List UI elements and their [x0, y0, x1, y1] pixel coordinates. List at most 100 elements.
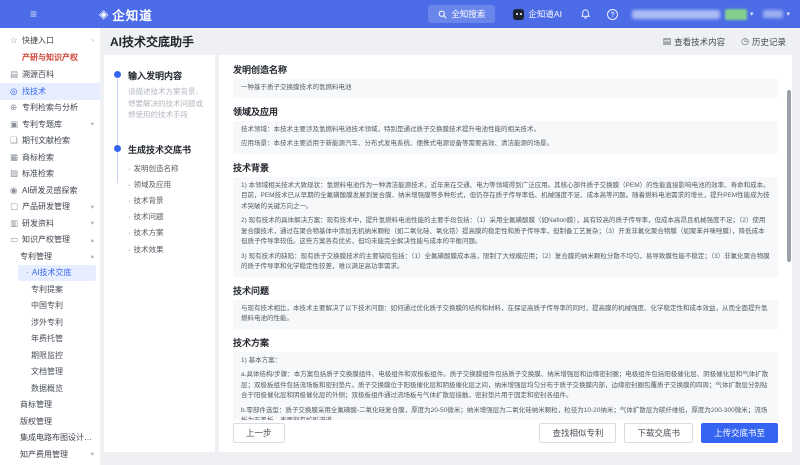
- section-title: 领域及应用: [233, 105, 778, 118]
- global-search[interactable]: 全知搜索: [428, 5, 495, 23]
- section-field-application: 领域及应用 技术领域：本技术主要涉及氢燃料电池技术领域，特别是通过质子交换膜技术…: [233, 105, 778, 154]
- upload-disclosure-button[interactable]: 上传交底书至: [701, 423, 778, 443]
- background-p2: 2) 现有技术的具体解决方案：现有技术中，提升氢燃料电池性能的主要手段包括：（1…: [241, 216, 770, 248]
- sidebar-item[interactable]: ▨ 标准检索: [0, 166, 100, 183]
- star-icon: ☆: [10, 35, 22, 46]
- sidebar-item[interactable]: ▣ 专利专题库 ▾: [0, 116, 100, 133]
- outline-item[interactable]: · 技术效果: [128, 242, 207, 258]
- bullet-icon: ·: [128, 177, 131, 193]
- sidebar-item-quick-entry[interactable]: ☆ 快捷入口 ›: [0, 32, 100, 49]
- chevron-down-icon[interactable]: ▾: [786, 10, 790, 18]
- menu-item-label: 版权管理: [20, 416, 92, 427]
- sidebar-subitem[interactable]: 期限监控: [0, 347, 100, 364]
- user-menu-redacted[interactable]: [763, 10, 783, 18]
- section-body: 1) 基本方案： a.具体结构/步骤：本方案包括质子交换膜组件、电极组件和双极板…: [233, 352, 778, 420]
- sidebar-item[interactable]: 集成电路布图设计管理: [0, 430, 100, 447]
- sidebar-item[interactable]: 知产费用管理 ▾: [0, 446, 100, 463]
- section-body: 技术领域：本技术主要涉及氢燃料电池技术领域，特别是通过质子交换膜技术提升电池性能…: [233, 121, 778, 154]
- sidebar-item[interactable]: ❏ 期刊文献检索: [0, 133, 100, 150]
- step-input-invention[interactable]: 输入发明内容 请描述技术方案背景、想要解决的技术问题或想使用的技术手段: [114, 69, 207, 121]
- sidebar-item[interactable]: 商标管理: [0, 397, 100, 414]
- sidebar-subitem[interactable]: · AI技术交底: [18, 265, 96, 282]
- sidebar-item[interactable]: ▦ 商标检索: [0, 149, 100, 166]
- history-link[interactable]: ◷ 历史记录: [741, 36, 786, 48]
- chevron-icon: ▾: [91, 120, 94, 128]
- section-problem: 技术问题 与现有技术相比，本技术主要解决了以下技术问题：如何通过优化质子交换膜的…: [233, 284, 778, 329]
- section-title: 技术背景: [233, 161, 778, 174]
- outline-item[interactable]: · 发明创造名称: [128, 161, 207, 177]
- document-icon: ▤: [663, 36, 672, 47]
- sidebar-item[interactable]: ▤ 溯源百科: [0, 67, 100, 84]
- logo[interactable]: ◈ 企知道: [99, 5, 153, 24]
- bullet-icon: ·: [128, 161, 131, 177]
- outline-item-label: 技术方案: [134, 225, 164, 241]
- ai-assistant-label: 企知道AI: [528, 8, 562, 20]
- sidebar-subitem[interactable]: 专利提案: [0, 281, 100, 298]
- bullet-icon: ·: [128, 193, 131, 209]
- application-scene-text: 应用场景：本技术主要适用于新能源汽车、分布式发电系统、便携式电源设备等需要高效、…: [241, 139, 770, 150]
- help-icon[interactable]: ?: [607, 9, 618, 20]
- membership-badge-redacted: [725, 9, 747, 20]
- sidebar-subitem[interactable]: 文档管理: [0, 364, 100, 381]
- scrollbar[interactable]: [787, 90, 791, 262]
- section-background: 技术背景 1) 本领域相关技术大致现状：氢燃料电池作为一种清洁能源技术，近年来在…: [233, 161, 778, 277]
- subitem-label: 文档管理: [31, 366, 94, 377]
- sidebar-subitem[interactable]: 涉外专利: [0, 314, 100, 331]
- sidebar-subitem[interactable]: 年费托管: [0, 331, 100, 348]
- section-body: 与现有技术相比，本技术主要解决了以下技术问题：如何通过优化质子交换膜的结构和材料…: [233, 300, 778, 329]
- sidebar-item[interactable]: ▢ 产品研发管理 ▾: [0, 199, 100, 216]
- outline-item-label: 发明创造名称: [134, 161, 179, 177]
- menu-item-icon: ❏: [10, 135, 22, 146]
- outline-item[interactable]: · 技术方案: [128, 225, 207, 241]
- outline-item-label: 技术效果: [134, 242, 164, 258]
- sidebar-subitem[interactable]: 中国专利: [0, 298, 100, 315]
- sidebar-subitem[interactable]: 数据概览: [0, 380, 100, 397]
- document-scroll-area[interactable]: 发明创造名称 一种基于质子交换膜技术的氢燃料电池 领域及应用 技术领域：本技术主…: [219, 55, 792, 420]
- outline-item-label: 技术背景: [134, 193, 164, 209]
- patent-mgmt-label: 专利管理: [20, 251, 89, 262]
- section-body: 一种基于质子交换膜技术的氢燃料电池: [233, 79, 778, 98]
- notification-bell-icon[interactable]: [580, 8, 591, 20]
- menu-item-label: 溯源百科: [22, 69, 92, 80]
- solution-parts: b.零部件选型：质子交换膜采用全氟磺酸-二氧化硅复合膜，厚度为20-50微米；纳…: [241, 406, 770, 420]
- search-label: 全知搜索: [451, 8, 485, 20]
- sidebar-item[interactable]: ◎ 找技术: [0, 83, 100, 100]
- page-header-actions: ▤ 查看技术内容 ◷ 历史记录: [663, 36, 786, 48]
- chevron-icon: ▴: [91, 236, 94, 244]
- sidebar-item[interactable]: ⊕ 专利检索与分析: [0, 100, 100, 117]
- menu-item-icon: ▢: [10, 201, 22, 212]
- sidebar-item[interactable]: ▭ 知识产权管理 ▴: [0, 232, 100, 249]
- subitem-label: 期限监控: [31, 350, 94, 361]
- subitem-label: 中国专利: [31, 300, 94, 311]
- find-similar-patents-button[interactable]: 查找相似专利: [539, 423, 616, 443]
- subitem-label: 年费托管: [31, 333, 94, 344]
- outline-item[interactable]: · 技术背景: [128, 193, 207, 209]
- problem-text: 与现有技术相比，本技术主要解决了以下技术问题：如何通过优化质子交换膜的结构和材料…: [241, 304, 770, 325]
- clock-icon: ◷: [741, 36, 749, 47]
- sidebar-item-patent-management[interactable]: 专利管理 ▴: [0, 248, 100, 265]
- menu-item-icon: ▦: [10, 152, 22, 163]
- ai-assistant-entry[interactable]: 企知道AI: [513, 8, 562, 20]
- previous-step-button[interactable]: 上一步: [233, 423, 285, 443]
- view-tech-content-link[interactable]: ▤ 查看技术内容: [663, 36, 726, 48]
- sidebar-menu: ▤ 溯源百科 ◎ 找技术 ⊕ 专利检索与分析 ▣ 专利专题库 ▾ ❏ 期刊文献检…: [0, 67, 100, 249]
- hamburger-menu-icon[interactable]: ≡: [30, 7, 37, 21]
- menu-item-icon: ◉: [10, 185, 22, 196]
- history-label: 历史记录: [752, 36, 786, 48]
- sidebar-item[interactable]: ◉ AI研发灵感探索: [0, 182, 100, 199]
- bullet-icon: ·: [128, 225, 131, 241]
- chevron-down-icon[interactable]: ▾: [750, 10, 754, 18]
- quick-entry-label: 快捷入口: [22, 35, 90, 46]
- menu-item-label: 专利检索与分析: [22, 102, 92, 113]
- sidebar-item[interactable]: ▥ 研发资料 ▾: [0, 215, 100, 232]
- step1-description: 请描述技术方案背景、想要解决的技术问题或想使用的技术手段: [128, 86, 207, 121]
- step-generate-disclosure[interactable]: 生成技术交底书 · 发明创造名称 · 领域及应用 · 技术背景 · 技术问题: [114, 143, 207, 258]
- outline-item[interactable]: · 技术问题: [128, 209, 207, 225]
- menu-item-icon: ▥: [10, 218, 22, 229]
- robot-icon: [513, 9, 524, 20]
- sidebar-item[interactable]: 版权管理: [0, 413, 100, 430]
- outline-item[interactable]: · 领域及应用: [128, 177, 207, 193]
- download-disclosure-button[interactable]: 下载交底书: [624, 423, 693, 443]
- background-p1: 1) 本领域相关技术大致现状：氢燃料电池作为一种清洁能源技术，近年来在交通、电力…: [241, 181, 770, 213]
- document-footer: 上一步 查找相似专利 下载交底书 上传交底书至: [219, 420, 792, 452]
